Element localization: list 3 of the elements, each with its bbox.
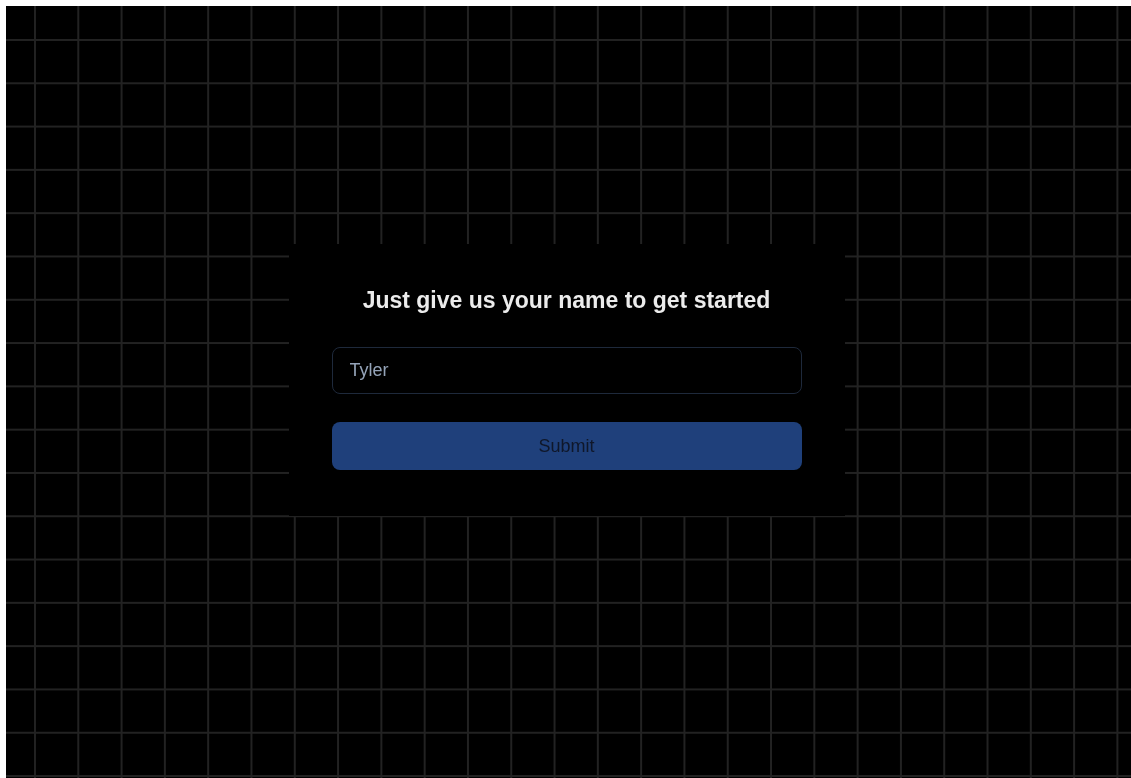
name-field[interactable]: Tyler xyxy=(331,347,802,395)
heading: Just give us your name to get started xyxy=(361,286,772,315)
submit-button[interactable]: Submit xyxy=(331,422,802,471)
